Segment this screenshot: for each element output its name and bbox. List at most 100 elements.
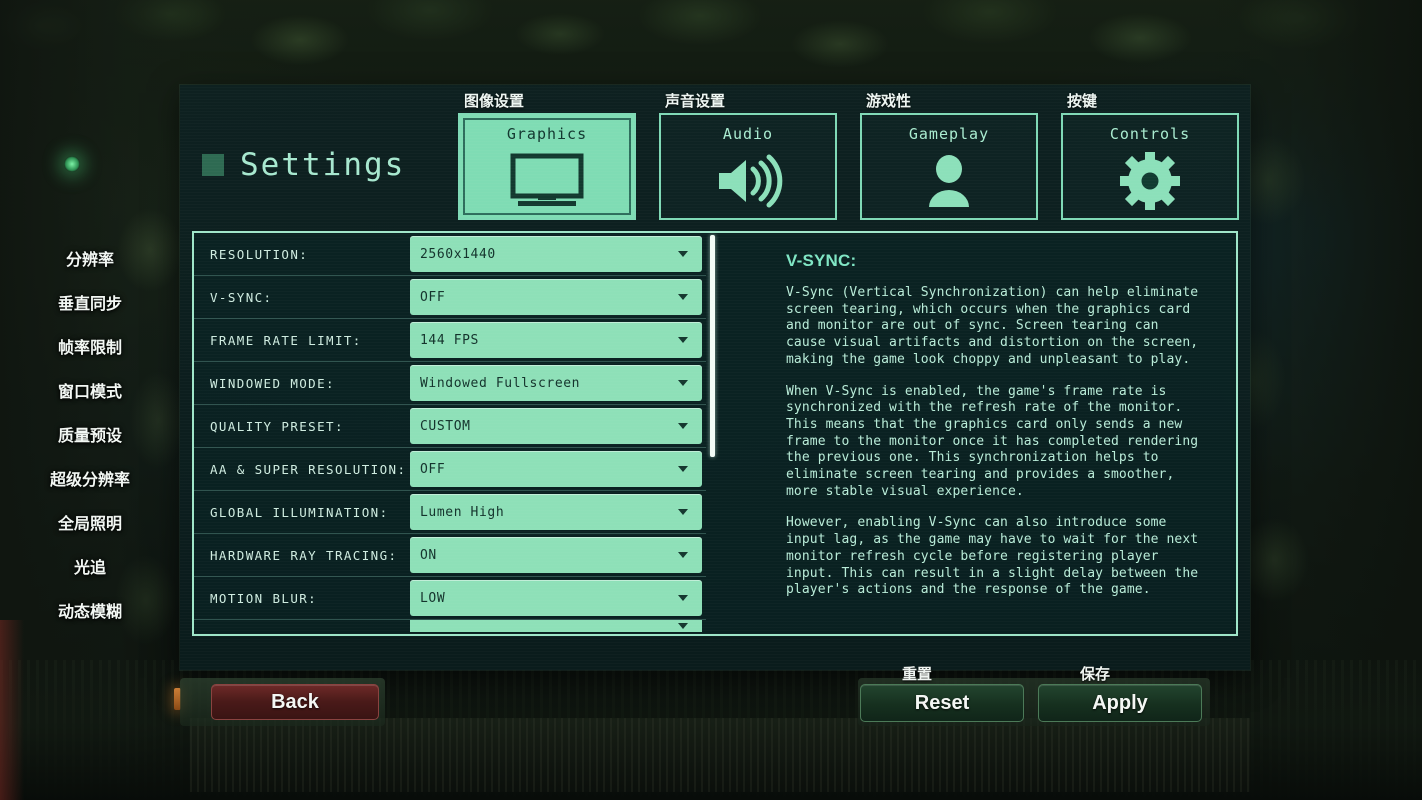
tab-controls-label: Controls — [1109, 125, 1191, 143]
tab-graphics-label: Graphics — [506, 125, 588, 143]
tab-gameplay[interactable]: Gameplay — [860, 113, 1038, 220]
table-row[interactable]: AA & SUPER RESOLUTION: OFF — [194, 448, 706, 491]
setting-value-motion-blur: LOW — [420, 590, 446, 606]
chevron-down-icon — [678, 423, 688, 429]
tab-wrap-controls: 按键 Controls — [1061, 93, 1239, 220]
speaker-icon — [713, 143, 783, 218]
table-row[interactable]: QUALITY PRESET: CUSTOM — [194, 405, 706, 448]
chevron-down-icon — [678, 337, 688, 343]
machine-panel-decoration — [190, 718, 1250, 792]
setting-select-global-illumination[interactable]: Lumen High — [410, 494, 702, 530]
setting-label-motion-blur: MOTION BLUR: — [210, 590, 318, 606]
chevron-down-icon — [678, 623, 688, 629]
setting-select-hardware-ray-tracing[interactable]: ON — [410, 537, 702, 573]
setting-select-vsync[interactable]: OFF — [410, 279, 702, 315]
back-button[interactable]: Back — [211, 684, 379, 720]
setting-select-frame-rate-limit[interactable]: 144 FPS — [410, 322, 702, 358]
side-label-quality-preset: 质量预设 — [57, 428, 122, 445]
tab-gameplay-label: Gameplay — [908, 125, 990, 143]
table-row[interactable]: WINDOWED MODE: Windowed Fullscreen — [194, 362, 706, 405]
chevron-down-icon — [678, 380, 688, 386]
chevron-down-icon — [678, 552, 688, 558]
side-label-super-resolution: 超级分辨率 — [49, 472, 130, 489]
table-row[interactable]: V-SYNC: OFF — [194, 276, 706, 319]
tab-cn-gameplay: 游戏性 — [866, 93, 912, 110]
settings-panel: Settings 图像设置 Graphics 声音设置 Audio 游戏性 Ga… — [180, 85, 1250, 670]
settings-tabs: 图像设置 Graphics 声音设置 Audio 游戏性 Gameplay 按键… — [458, 93, 1239, 220]
setting-value-hardware-ray-tracing: ON — [420, 547, 437, 563]
tab-graphics[interactable]: Graphics — [458, 113, 636, 220]
chevron-down-icon — [678, 251, 688, 257]
side-label-windowed-mode: 窗口模式 — [57, 384, 122, 401]
tab-wrap-audio: 声音设置 Audio — [659, 93, 837, 220]
gear-icon — [1119, 143, 1181, 218]
setting-value-vsync: OFF — [420, 289, 446, 305]
page-title-label: Settings — [240, 147, 406, 183]
tab-wrap-graphics: 图像设置 Graphics — [458, 93, 636, 220]
setting-value-frame-rate-limit: 144 FPS — [420, 332, 479, 348]
setting-select-windowed-mode[interactable]: Windowed Fullscreen — [410, 365, 702, 401]
tab-audio[interactable]: Audio — [659, 113, 837, 220]
game-screen: 分辨率 垂直同步 帧率限制 窗口模式 质量预设 超级分辨率 全局照明 光追 动态… — [0, 0, 1422, 800]
chevron-down-icon — [678, 595, 688, 601]
tab-cn-audio: 声音设置 — [665, 93, 726, 110]
setting-label-aa-super-resolution: AA & SUPER RESOLUTION: — [210, 461, 407, 477]
table-row[interactable]: HARDWARE RAY TRACING: ON — [194, 534, 706, 577]
setting-select-quality-preset[interactable]: CUSTOM — [410, 408, 702, 444]
setting-value-resolution: 2560x1440 — [420, 246, 496, 262]
apply-button[interactable]: Apply — [1038, 684, 1202, 722]
side-label-motion-blur: 动态模糊 — [57, 604, 122, 621]
page-title: Settings — [202, 147, 405, 183]
tab-controls[interactable]: Controls — [1061, 113, 1239, 220]
description-paragraph: V-Sync (Vertical Synchronization) can he… — [786, 285, 1199, 367]
monitor-icon — [508, 143, 586, 218]
settings-scrollbar[interactable] — [706, 233, 720, 634]
setting-label-hardware-ray-tracing: HARDWARE RAY TRACING: — [210, 547, 398, 563]
setting-value-global-illumination: Lumen High — [420, 504, 505, 520]
table-row[interactable]: RESOLUTION: 2560x1440 — [194, 233, 706, 276]
setting-label-vsync: V-SYNC: — [210, 289, 273, 305]
chinese-side-labels: 分辨率 垂直同步 帧率限制 窗口模式 质量预设 超级分辨率 全局照明 光追 动态… — [0, 236, 180, 632]
tab-audio-label: Audio — [722, 125, 774, 143]
red-door-glow-decoration — [0, 620, 24, 800]
side-label-frame-rate: 帧率限制 — [57, 340, 122, 357]
setting-label-resolution: RESOLUTION: — [210, 246, 309, 262]
setting-select-motion-blur[interactable]: LOW — [410, 580, 702, 616]
setting-select-next-clipped[interactable] — [410, 620, 702, 632]
setting-description-panel: V-SYNC: V-Sync (Vertical Synchronization… — [774, 233, 1236, 634]
tab-cn-controls: 按键 — [1067, 93, 1098, 110]
side-label-vsync: 垂直同步 — [57, 296, 122, 313]
side-label-resolution: 分辨率 — [65, 252, 114, 269]
side-label-global-illumination: 全局照明 — [57, 516, 122, 533]
table-row[interactable]: GLOBAL ILLUMINATION: Lumen High — [194, 491, 706, 534]
tab-cn-graphics: 图像设置 — [464, 93, 525, 110]
chevron-down-icon — [678, 509, 688, 515]
reset-button[interactable]: Reset — [860, 684, 1024, 722]
setting-label-windowed-mode: WINDOWED MODE: — [210, 375, 335, 391]
table-row[interactable]: MOTION BLUR: LOW — [194, 577, 706, 620]
description-title: V-SYNC: — [786, 251, 857, 270]
setting-select-resolution[interactable]: 2560x1440 — [410, 236, 702, 272]
setting-value-windowed-mode: Windowed Fullscreen — [420, 375, 581, 391]
table-row[interactable]: FRAME RATE LIMIT: 144 FPS — [194, 319, 706, 362]
setting-label-global-illumination: GLOBAL ILLUMINATION: — [210, 504, 389, 520]
settings-content-panel: RESOLUTION: 2560x1440 V-SYNC: OFF FRAME … — [192, 231, 1238, 636]
chevron-down-icon — [678, 466, 688, 472]
table-row-partial[interactable] — [194, 620, 706, 632]
description-paragraph: However, enabling V-Sync can also introd… — [786, 515, 1199, 598]
setting-label-quality-preset: QUALITY PRESET: — [210, 418, 344, 434]
setting-label-frame-rate-limit: FRAME RATE LIMIT: — [210, 332, 362, 348]
settings-rows-list: RESOLUTION: 2560x1440 V-SYNC: OFF FRAME … — [194, 233, 706, 634]
setting-value-quality-preset: CUSTOM — [420, 418, 471, 434]
scrollbar-thumb[interactable] — [710, 235, 715, 457]
setting-select-aa-super-resolution[interactable]: OFF — [410, 451, 702, 487]
person-icon — [921, 143, 977, 218]
setting-value-aa-super-resolution: OFF — [420, 461, 446, 477]
square-icon — [202, 154, 224, 176]
chevron-down-icon — [678, 294, 688, 300]
reset-button-cn-label: 重置 — [902, 666, 933, 683]
description-paragraph: When V-Sync is enabled, the game's frame… — [786, 383, 1199, 499]
side-label-ray-tracing: 光追 — [73, 560, 106, 577]
apply-button-cn-label: 保存 — [1080, 666, 1111, 683]
green-lamp-icon — [64, 156, 80, 172]
